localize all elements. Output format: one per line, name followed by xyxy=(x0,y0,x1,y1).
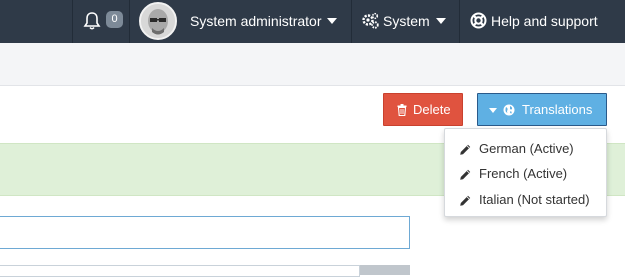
pencil-icon xyxy=(460,195,471,206)
translations-button[interactable]: Translations xyxy=(477,93,607,126)
system-label: System xyxy=(383,13,430,29)
translation-item-french[interactable]: French (Active) xyxy=(445,163,606,187)
nav-divider xyxy=(72,0,73,43)
toolbar-band xyxy=(0,43,625,86)
nav-divider xyxy=(129,0,130,43)
translation-item-label: German (Active) xyxy=(479,141,574,156)
translation-item-label: Italian (Not started) xyxy=(479,192,590,207)
pencil-icon xyxy=(460,169,471,180)
pencil-icon xyxy=(460,144,471,155)
trash-icon xyxy=(397,104,407,116)
translation-item-german[interactable]: German (Active) xyxy=(445,138,606,162)
caret-down-icon xyxy=(436,18,446,24)
translation-item-italian[interactable]: Italian (Not started) xyxy=(445,189,606,213)
user-portrait-icon xyxy=(141,4,175,38)
top-navbar: 0 System administrator System Help and s… xyxy=(0,0,625,43)
text-input[interactable] xyxy=(0,265,360,277)
caret-down-icon xyxy=(489,108,497,113)
help-label: Help and support xyxy=(491,13,598,29)
translations-label: Translations xyxy=(522,102,593,117)
globe-icon xyxy=(503,104,515,116)
lifebuoy-icon xyxy=(470,12,487,29)
notification-count-badge: 0 xyxy=(106,11,123,28)
nav-divider xyxy=(459,0,460,43)
bell-icon xyxy=(83,12,101,30)
input-addon-button[interactable] xyxy=(360,265,410,275)
gears-icon xyxy=(362,12,379,29)
avatar xyxy=(139,2,177,40)
translations-dropdown-menu: German (Active) French (Active) Italian … xyxy=(444,128,607,217)
user-name: System administrator xyxy=(190,13,322,29)
translation-item-label: French (Active) xyxy=(479,166,568,181)
delete-button[interactable]: Delete xyxy=(383,93,463,126)
caret-down-icon xyxy=(327,18,337,24)
delete-label: Delete xyxy=(413,102,451,117)
text-input[interactable] xyxy=(0,216,410,249)
nav-divider xyxy=(351,0,352,43)
